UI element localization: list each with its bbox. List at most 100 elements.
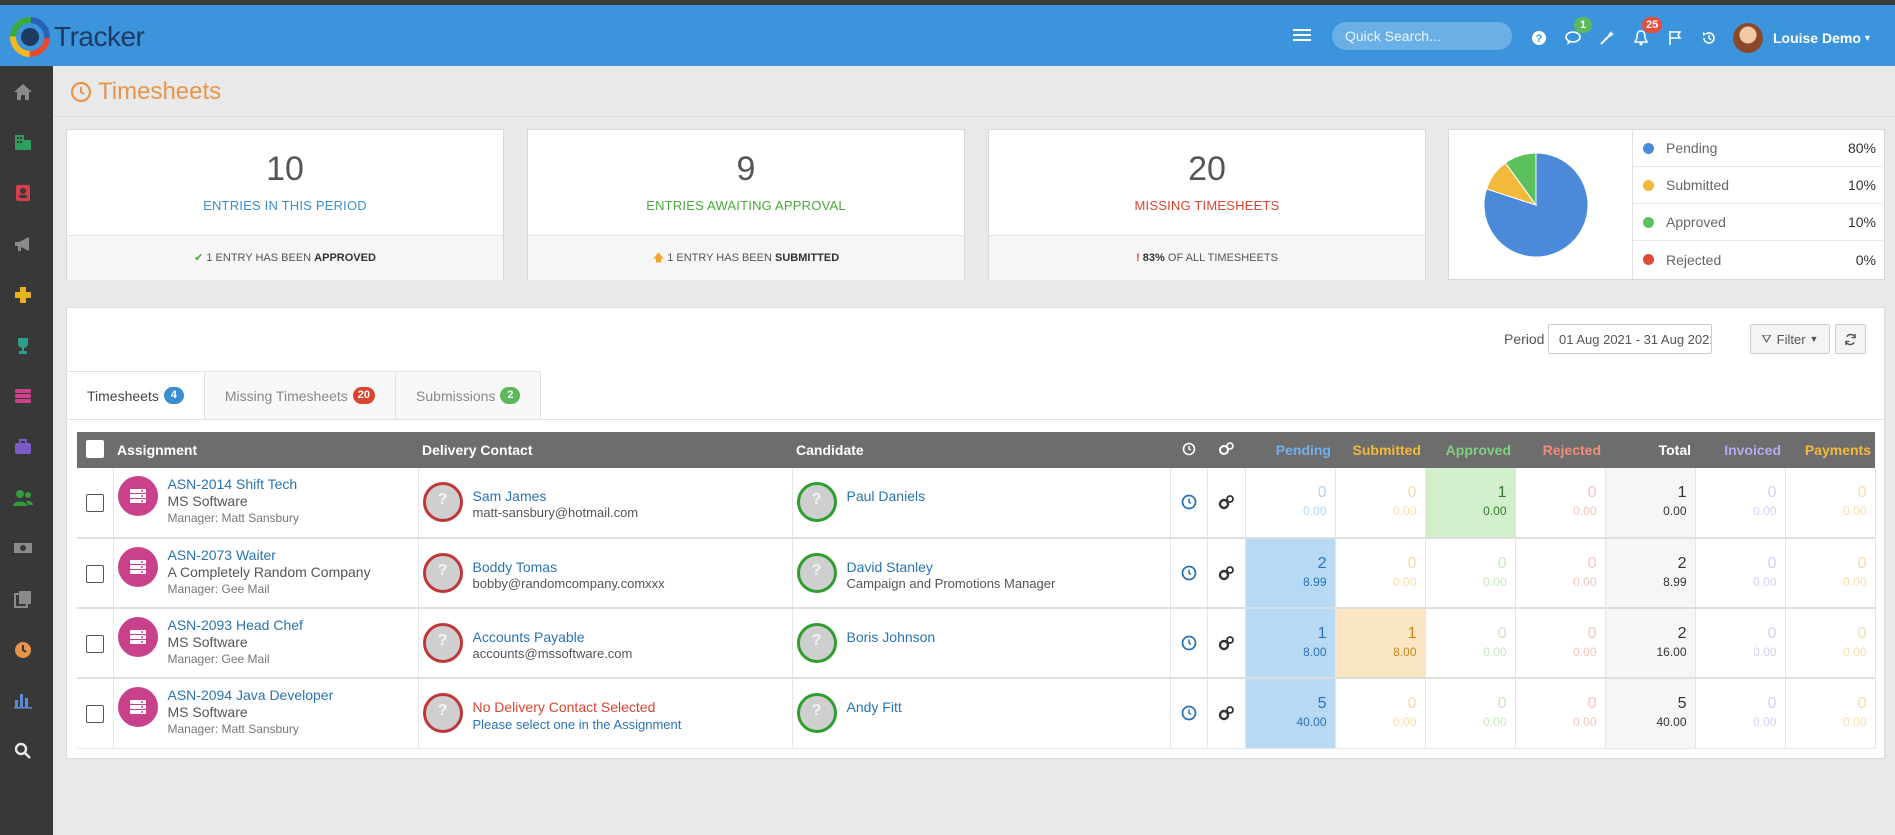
payments-cell[interactable]: 0 0.00 bbox=[1785, 608, 1876, 679]
home-icon[interactable] bbox=[12, 81, 34, 103]
exclamation-icon: ! bbox=[1136, 252, 1140, 264]
history-icon[interactable] bbox=[1700, 29, 1718, 47]
contact-name[interactable]: No Delivery Contact Selected bbox=[473, 699, 682, 715]
rejected-cell[interactable]: 0 0.00 bbox=[1515, 608, 1606, 679]
col-invoiced[interactable]: Invoiced bbox=[1695, 432, 1785, 468]
pending-amount: 40.00 bbox=[1296, 715, 1327, 729]
approved-cell[interactable]: 0 0.00 bbox=[1425, 678, 1516, 749]
contacts-icon[interactable] bbox=[12, 182, 34, 204]
assignment-link[interactable]: ASN-2094 Java Developer bbox=[168, 687, 334, 703]
col-submitted[interactable]: Submitted bbox=[1335, 432, 1425, 468]
payments-cell[interactable]: 0 0.00 bbox=[1785, 538, 1876, 609]
submitted-cell[interactable]: 0 0.00 bbox=[1335, 538, 1426, 609]
tab-timesheets[interactable]: Timesheets 4 bbox=[67, 371, 205, 420]
col-rejected[interactable]: Rejected bbox=[1515, 432, 1605, 468]
rejected-cell[interactable]: 0 0.00 bbox=[1515, 538, 1606, 609]
col-assignment[interactable]: Assignment bbox=[113, 432, 418, 468]
col-total[interactable]: Total bbox=[1605, 432, 1695, 468]
col-delivery-contact[interactable]: Delivery Contact bbox=[418, 432, 792, 468]
rejected-amount: 0.00 bbox=[1573, 504, 1597, 518]
approved-cell[interactable]: 0 0.00 bbox=[1425, 608, 1516, 679]
stat-footer-text: 1 ENTRY HAS BEEN bbox=[206, 252, 315, 264]
trophy-icon[interactable] bbox=[12, 335, 34, 357]
quick-search-input[interactable] bbox=[1332, 22, 1512, 50]
invoiced-cell[interactable]: 0 0.00 bbox=[1695, 608, 1786, 679]
money-icon[interactable] bbox=[12, 537, 34, 559]
contact-name[interactable]: Accounts Payable bbox=[473, 629, 633, 645]
candidate-name[interactable]: Boris Johnson bbox=[847, 629, 936, 645]
clock-icon[interactable] bbox=[12, 639, 34, 661]
delivery-contact-cell: Boddy Tomas bobby@randomcompany.comxxx bbox=[418, 538, 793, 609]
cogs-icon[interactable] bbox=[1217, 565, 1235, 581]
clock-icon[interactable] bbox=[1181, 705, 1197, 721]
invoiced-cell[interactable]: 0 0.00 bbox=[1695, 468, 1786, 539]
row-checkbox[interactable] bbox=[85, 635, 104, 653]
clock-icon[interactable] bbox=[1181, 635, 1197, 651]
puzzle-icon[interactable] bbox=[12, 284, 34, 306]
invoiced-cell[interactable]: 0 0.00 bbox=[1695, 678, 1786, 749]
menu-toggle-icon[interactable] bbox=[1293, 29, 1311, 43]
submitted-cell[interactable]: 1 8.00 bbox=[1335, 608, 1426, 679]
row-checkbox[interactable] bbox=[85, 494, 104, 512]
rejected-cell[interactable]: 0 0.00 bbox=[1515, 678, 1606, 749]
submitted-cell[interactable]: 0 0.00 bbox=[1335, 468, 1426, 539]
briefcase-icon[interactable] bbox=[12, 436, 34, 458]
col-approved[interactable]: Approved bbox=[1425, 432, 1515, 468]
assignment-link[interactable]: ASN-2093 Head Chef bbox=[168, 617, 303, 633]
row-checkbox[interactable] bbox=[85, 565, 104, 583]
bar-chart-icon[interactable] bbox=[12, 689, 34, 711]
submitted-cell[interactable]: 0 0.00 bbox=[1335, 678, 1426, 749]
clock-icon[interactable] bbox=[1181, 494, 1197, 510]
candidate-name[interactable]: David Stanley bbox=[847, 559, 1056, 575]
assignment-link[interactable]: ASN-2073 Waiter bbox=[168, 547, 371, 563]
documents-icon[interactable] bbox=[12, 588, 34, 610]
contact-detail[interactable]: Please select one in the Assignment bbox=[473, 717, 682, 732]
col-candidate[interactable]: Candidate bbox=[792, 432, 1170, 468]
rejected-cell[interactable]: 0 0.00 bbox=[1515, 468, 1606, 539]
approved-cell[interactable]: 0 0.00 bbox=[1425, 538, 1516, 609]
legend-label: Approved bbox=[1666, 214, 1726, 230]
candidate-name[interactable]: Paul Daniels bbox=[847, 488, 926, 504]
cogs-icon[interactable] bbox=[1217, 635, 1235, 651]
payments-cell[interactable]: 0 0.00 bbox=[1785, 678, 1876, 749]
pending-cell[interactable]: 0 0.00 bbox=[1245, 468, 1336, 539]
pending-cell[interactable]: 2 8.99 bbox=[1245, 538, 1336, 609]
filter-button[interactable]: ⛛ Filter ▼ bbox=[1750, 324, 1830, 354]
col-payments[interactable]: Payments bbox=[1785, 432, 1875, 468]
assignment-company: MS Software bbox=[167, 634, 248, 650]
contact-name[interactable]: Sam James bbox=[473, 488, 639, 504]
col-pending[interactable]: Pending bbox=[1245, 432, 1335, 468]
pending-cell[interactable]: 1 8.00 bbox=[1245, 608, 1336, 679]
row-checkbox[interactable] bbox=[85, 705, 104, 723]
notifications-icon[interactable]: 25 bbox=[1632, 17, 1663, 47]
stack-icon[interactable] bbox=[12, 385, 34, 407]
assignment-link[interactable]: ASN-2014 Shift Tech bbox=[168, 476, 299, 492]
pending-cell[interactable]: 5 40.00 bbox=[1245, 678, 1336, 749]
app-logo[interactable]: Tracker bbox=[10, 17, 170, 57]
clock-icon[interactable] bbox=[1181, 565, 1197, 581]
period-input[interactable] bbox=[1548, 324, 1712, 354]
approved-cell[interactable]: 1 0.00 bbox=[1425, 468, 1516, 539]
tab-submissions[interactable]: Submissions 2 bbox=[396, 371, 542, 420]
payments-cell[interactable]: 0 0.00 bbox=[1785, 468, 1876, 539]
select-all-checkbox[interactable] bbox=[86, 439, 104, 458]
cogs-icon[interactable] bbox=[1217, 705, 1235, 721]
contact-name[interactable]: Boddy Tomas bbox=[473, 559, 665, 575]
invoiced-cell[interactable]: 0 0.00 bbox=[1695, 538, 1786, 609]
candidate-name[interactable]: Andy Fitt bbox=[847, 699, 902, 715]
tab-missing-timesheets[interactable]: Missing Timesheets 20 bbox=[204, 371, 397, 420]
megaphone-icon[interactable] bbox=[12, 233, 34, 255]
help-icon[interactable]: ? bbox=[1530, 29, 1548, 47]
candidate-avatar bbox=[796, 623, 837, 663]
payments-amount: 0.00 bbox=[1843, 504, 1867, 518]
invoiced-count: 0 bbox=[1767, 625, 1777, 642]
building-icon[interactable] bbox=[12, 131, 34, 153]
cogs-icon[interactable] bbox=[1217, 494, 1235, 510]
refresh-button[interactable] bbox=[1835, 324, 1866, 354]
user-menu[interactable]: Louise Demo ▾ bbox=[1733, 23, 1870, 53]
flag-icon[interactable] bbox=[1666, 29, 1684, 47]
magic-wand-icon[interactable] bbox=[1598, 29, 1616, 47]
search-icon[interactable] bbox=[12, 740, 34, 762]
users-icon[interactable] bbox=[12, 487, 34, 509]
messages-icon[interactable]: 1 bbox=[1564, 17, 1592, 47]
